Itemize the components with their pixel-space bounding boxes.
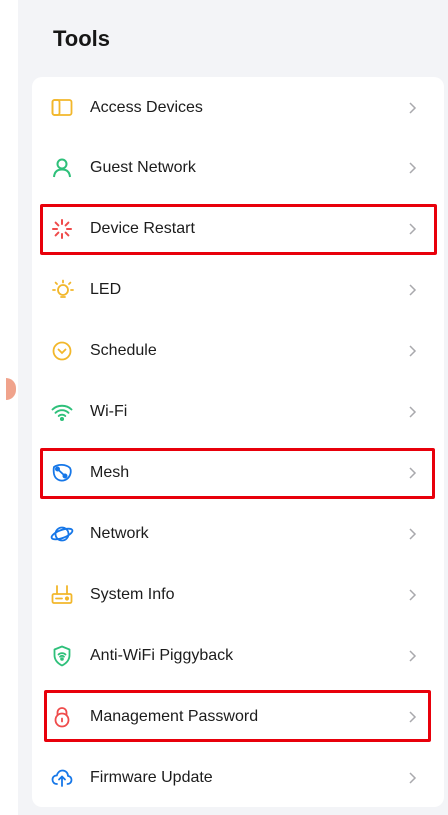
tools-menu-card: Access Devices Guest Network Device Rest… bbox=[32, 77, 444, 807]
menu-item-firmware-update[interactable]: Firmware Update bbox=[32, 748, 444, 808]
chevron-right-icon bbox=[409, 102, 417, 114]
menu-item-label: Access Devices bbox=[90, 99, 203, 116]
menu-item-guest-network[interactable]: Guest Network bbox=[32, 138, 444, 198]
chevron-right-icon bbox=[409, 467, 417, 479]
chevron-right-icon bbox=[409, 650, 417, 662]
side-panel-edge bbox=[0, 0, 18, 815]
menu-item-management-password[interactable]: Management Password bbox=[32, 687, 444, 747]
menu-item-label: Device Restart bbox=[90, 220, 195, 237]
chevron-right-icon bbox=[409, 345, 417, 357]
menu-item-label: LED bbox=[90, 281, 122, 298]
chevron-right-icon bbox=[409, 284, 417, 296]
chevron-right-icon bbox=[409, 711, 417, 723]
guest-icon bbox=[50, 156, 74, 180]
menu-item-device-restart[interactable]: Device Restart bbox=[32, 199, 444, 259]
cloud-upload-icon bbox=[50, 766, 74, 790]
menu-item-label: System Info bbox=[90, 586, 175, 603]
menu-item-label: Schedule bbox=[90, 342, 157, 359]
menu-item-schedule[interactable]: Schedule bbox=[32, 321, 444, 381]
chevron-right-icon bbox=[409, 406, 417, 418]
menu-item-led[interactable]: LED bbox=[32, 260, 444, 320]
access-devices-icon bbox=[50, 96, 74, 120]
menu-item-wifi[interactable]: Wi-Fi bbox=[32, 382, 444, 442]
menu-item-anti-wifi-piggyback[interactable]: Anti-WiFi Piggyback bbox=[32, 626, 444, 686]
chevron-right-icon bbox=[409, 772, 417, 784]
menu-item-label: Wi-Fi bbox=[90, 403, 128, 420]
lock-icon bbox=[50, 705, 74, 729]
menu-item-access-devices[interactable]: Access Devices bbox=[32, 78, 444, 138]
network-icon bbox=[50, 522, 74, 546]
system-info-icon bbox=[50, 583, 74, 607]
shield-wifi-icon bbox=[50, 644, 74, 668]
menu-item-label: Management Password bbox=[90, 708, 259, 725]
wifi-icon bbox=[50, 400, 74, 424]
restart-icon bbox=[50, 217, 74, 241]
chevron-right-icon bbox=[409, 162, 417, 174]
chevron-right-icon bbox=[409, 528, 417, 540]
chevron-right-icon bbox=[409, 589, 417, 601]
menu-item-label: Network bbox=[90, 525, 149, 542]
led-icon bbox=[50, 278, 74, 302]
menu-item-mesh[interactable]: Mesh bbox=[32, 443, 444, 503]
menu-item-network[interactable]: Network bbox=[32, 504, 444, 564]
chevron-right-icon bbox=[409, 223, 417, 235]
schedule-icon bbox=[50, 339, 74, 363]
mesh-icon bbox=[50, 461, 74, 485]
menu-item-label: Firmware Update bbox=[90, 769, 213, 786]
page-title: Tools bbox=[53, 26, 111, 51]
menu-item-system-info[interactable]: System Info bbox=[32, 565, 444, 625]
menu-item-label: Guest Network bbox=[90, 159, 196, 176]
menu-item-label: Anti-WiFi Piggyback bbox=[90, 647, 234, 664]
tools-page: Tools Access Devices Guest Network Devic… bbox=[0, 0, 448, 815]
menu-item-label: Mesh bbox=[90, 464, 130, 481]
